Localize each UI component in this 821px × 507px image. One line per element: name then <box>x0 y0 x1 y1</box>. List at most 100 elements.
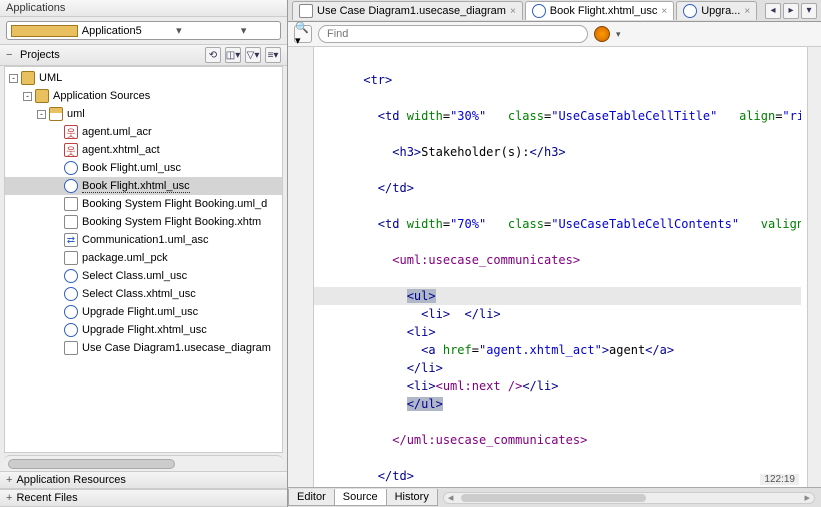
usecase-icon <box>64 287 78 301</box>
project-tree[interactable]: -UML-Application Sources-uml웃agent.uml_a… <box>4 66 283 453</box>
tree-item[interactable]: - Application Sources <box>5 87 282 105</box>
tree-item[interactable]: 웃 agent.uml_acr <box>5 123 282 141</box>
tab-label: Upgra... <box>701 5 740 17</box>
tree-item[interactable]: Booking System Flight Booking.xhtm <box>5 213 282 231</box>
tree-item-label: Upgrade Flight.uml_usc <box>82 306 198 318</box>
find-input[interactable] <box>318 25 588 43</box>
editor-tab[interactable]: Use Case Diagram1.usecase_diagram × <box>292 1 523 20</box>
cursor-position: 122:19 <box>760 474 799 485</box>
comm-icon: ⇄ <box>64 233 78 247</box>
usecase-icon <box>64 161 78 175</box>
file-icon <box>64 251 78 265</box>
expand-icon: + <box>6 492 12 504</box>
tree-item[interactable]: package.uml_pck <box>5 249 282 267</box>
app-resources-header[interactable]: + Application Resources <box>0 471 287 489</box>
bottom-tab-source[interactable]: Source <box>334 489 387 506</box>
tree-item-label: UML <box>39 72 62 84</box>
tree-item-label: uml <box>67 108 85 120</box>
usecase-icon <box>64 305 78 319</box>
tab-nav-button[interactable]: ▾ <box>801 3 817 19</box>
recent-files-header[interactable]: + Recent Files <box>0 489 287 507</box>
filter-button[interactable]: ▽▾ <box>245 47 261 63</box>
projects-header: − Projects ⟲ ◫▾ ▽▾ ≡▾ <box>0 44 287 66</box>
tree-item[interactable]: Booking System Flight Booking.uml_d <box>5 195 282 213</box>
tree-item[interactable]: Use Case Diagram1.usecase_diagram <box>5 339 282 357</box>
editor-tab[interactable]: Upgra... × <box>676 1 757 20</box>
refresh-button[interactable]: ⟲ <box>205 47 221 63</box>
editor-bottom-tabs: EditorSourceHistory ◂▸ <box>288 487 821 507</box>
chevron-down-icon[interactable]: ▾ <box>616 29 621 40</box>
settings-button[interactable]: ≡▾ <box>265 47 281 63</box>
file-icon <box>64 215 78 229</box>
tree-item[interactable]: Upgrade Flight.xhtml_usc <box>5 321 282 339</box>
bottom-tab-editor[interactable]: Editor <box>288 489 335 506</box>
tree-item-label: agent.xhtml_act <box>82 144 160 156</box>
diagram-icon <box>64 341 78 355</box>
expand-icon: + <box>6 474 12 486</box>
applications-header: Applications <box>0 0 287 17</box>
tree-item-label: Book Flight.uml_usc <box>82 162 181 174</box>
tree-item-label: Select Class.uml_usc <box>82 270 187 282</box>
tree-item[interactable]: Select Class.xhtml_usc <box>5 285 282 303</box>
application-name: Application5 <box>82 25 147 37</box>
tree-item-label: Booking System Flight Booking.uml_d <box>82 198 267 210</box>
tree-item[interactable]: Book Flight.xhtml_usc <box>5 177 282 195</box>
tree-item-label: Book Flight.xhtml_usc <box>82 180 190 193</box>
tree-item-label: Application Sources <box>53 90 150 102</box>
editor-hscroll[interactable]: ◂▸ <box>443 492 815 504</box>
usecase-icon <box>64 323 78 337</box>
close-icon[interactable]: × <box>510 6 516 17</box>
editor-ruler <box>807 47 821 487</box>
tree-item[interactable]: ⇄ Communication1.uml_asc <box>5 231 282 249</box>
chevron-down-icon: ▾ <box>147 24 212 37</box>
folder-icon <box>11 25 78 37</box>
find-bar: 🔍▾ ▾ <box>288 22 821 47</box>
tree-item-label: Use Case Diagram1.usecase_diagram <box>82 342 271 354</box>
applications-label: Applications <box>6 2 65 14</box>
close-icon[interactable]: × <box>661 6 667 17</box>
tree-toggle-icon[interactable]: - <box>9 74 18 83</box>
tree-item[interactable]: Select Class.uml_usc <box>5 267 282 285</box>
projects-label: Projects <box>20 49 205 61</box>
tab-nav-button[interactable]: ◂ <box>765 3 781 19</box>
browser-icon[interactable] <box>594 26 610 42</box>
pkg-icon <box>49 107 63 121</box>
tree-toggle-icon[interactable]: - <box>23 92 32 101</box>
folder-icon <box>21 71 35 85</box>
tree-item[interactable]: Book Flight.uml_usc <box>5 159 282 177</box>
bottom-tab-history[interactable]: History <box>386 489 438 506</box>
file-icon <box>64 197 78 211</box>
tree-item-label: Upgrade Flight.xhtml_usc <box>82 324 207 336</box>
tree-scrollbar[interactable] <box>4 455 283 471</box>
editor-tabs: Use Case Diagram1.usecase_diagram×Book F… <box>288 0 821 22</box>
search-icon[interactable]: 🔍▾ <box>294 25 312 43</box>
dropdown-arrow-icon: ▾ <box>211 24 276 37</box>
tree-item-label: Communication1.uml_asc <box>82 234 209 246</box>
tree-item-label: Select Class.xhtml_usc <box>82 288 196 300</box>
close-icon[interactable]: × <box>744 6 750 17</box>
tree-item[interactable]: - uml <box>5 105 282 123</box>
usecase-icon <box>64 179 78 193</box>
folder-icon <box>35 89 49 103</box>
tab-nav-button[interactable]: ▸ <box>783 3 799 19</box>
collapse-icon[interactable]: − <box>6 49 16 61</box>
tree-item-label: package.uml_pck <box>82 252 168 264</box>
usecase-icon <box>532 4 546 18</box>
code-editor[interactable]: <tr> <td width="30%" class="UseCaseTable… <box>288 47 821 487</box>
usecase-icon <box>683 4 697 18</box>
actor-icon: 웃 <box>64 125 78 139</box>
tree-item[interactable]: Upgrade Flight.uml_usc <box>5 303 282 321</box>
tree-toggle-icon[interactable]: - <box>37 110 46 119</box>
actor-icon: 웃 <box>64 143 78 157</box>
tree-item-label: Booking System Flight Booking.xhtm <box>82 216 261 228</box>
tree-item-label: agent.uml_acr <box>82 126 152 138</box>
view-button[interactable]: ◫▾ <box>225 47 241 63</box>
usecase-icon <box>64 269 78 283</box>
editor-gutter <box>288 47 314 487</box>
tree-item[interactable]: 웃 agent.xhtml_act <box>5 141 282 159</box>
diagram-icon <box>299 4 313 18</box>
application-selector[interactable]: Application5 ▾ ▾ <box>6 21 281 40</box>
tree-item[interactable]: - UML <box>5 69 282 87</box>
editor-tab[interactable]: Book Flight.xhtml_usc× <box>525 1 674 20</box>
tab-label: Use Case Diagram1.usecase_diagram <box>317 5 506 17</box>
